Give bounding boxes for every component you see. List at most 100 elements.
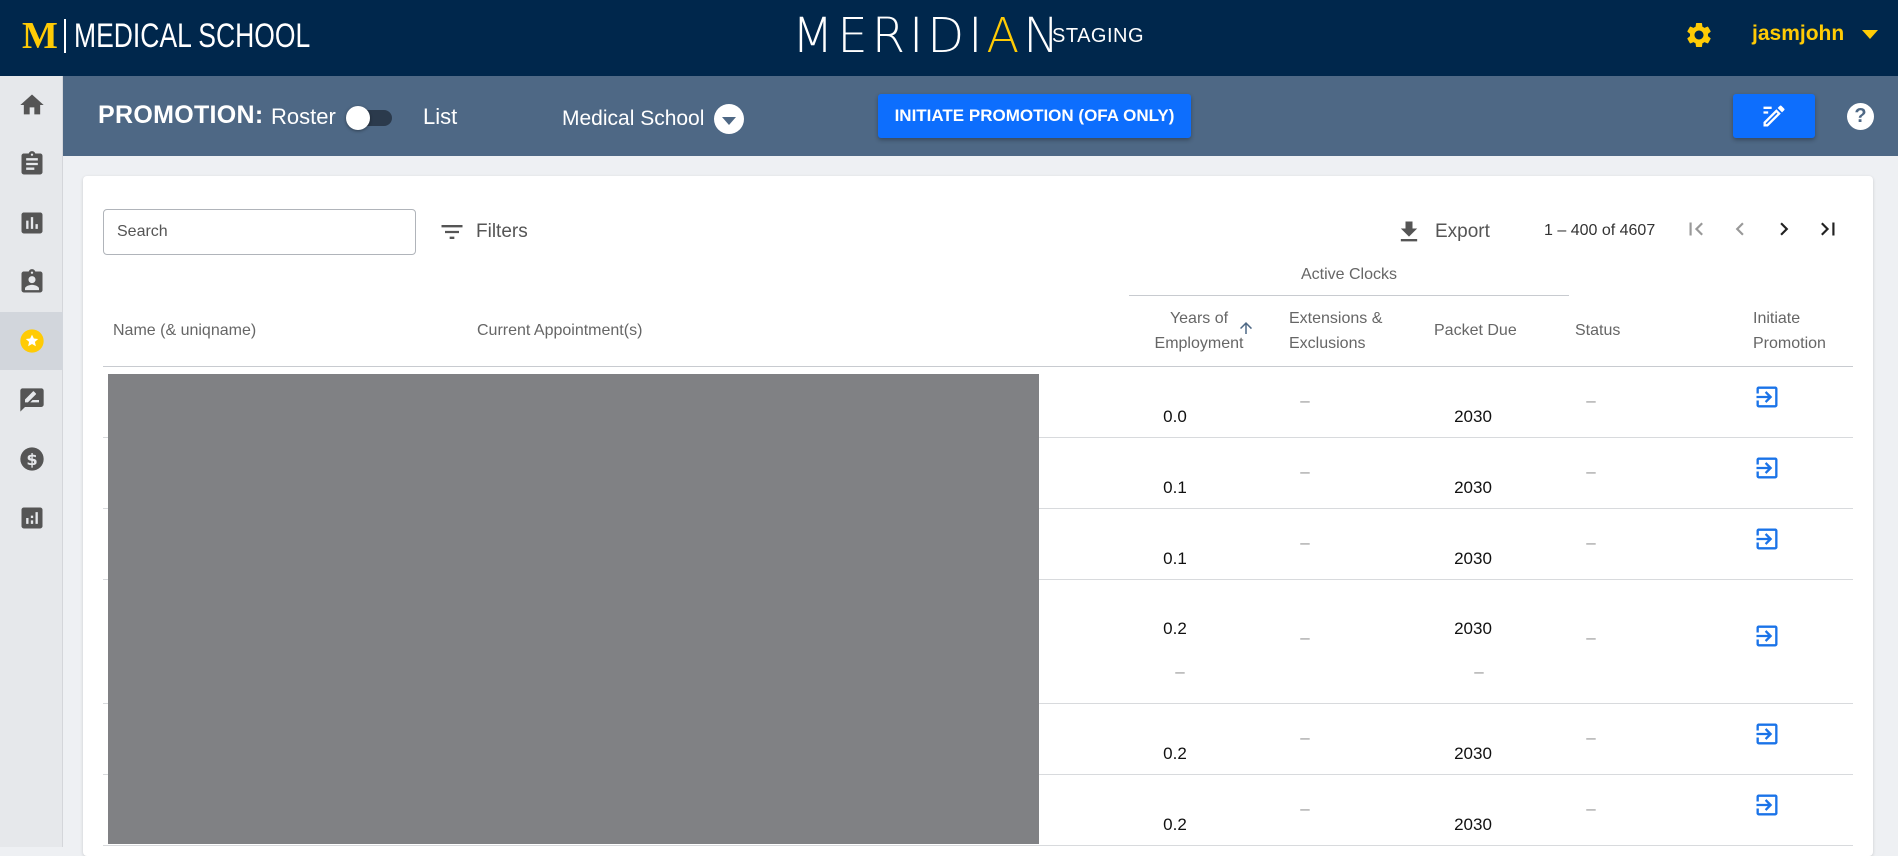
initiate-promotion-icon[interactable] — [1753, 383, 1781, 411]
column-header-ext-line1: Extensions & — [1289, 310, 1383, 327]
column-header-initiate-line1: Initiate — [1753, 310, 1801, 327]
chevron-down-icon — [1862, 29, 1879, 39]
years-cell: 0.2 — [1163, 744, 1187, 763]
status-cell: – — [1586, 799, 1596, 818]
initiate-promotion-icon[interactable] — [1753, 525, 1781, 553]
packet-cell: 2030 — [1454, 549, 1492, 568]
column-header-initiate-line2: Promotion — [1753, 335, 1826, 352]
table-header-divider — [103, 366, 1853, 367]
initiate-promotion-icon[interactable] — [1753, 720, 1781, 748]
filters-button[interactable]: Filters — [438, 218, 528, 246]
status-cell: – — [1586, 462, 1596, 481]
bar-chart-icon — [21, 212, 42, 234]
export-button[interactable]: Export — [1395, 218, 1490, 246]
left-sidebar: $ — [0, 76, 63, 847]
sidebar-item-analytics[interactable] — [0, 489, 63, 547]
sidebar-item-home[interactable] — [0, 76, 63, 134]
logo-accent-letter: A — [986, 8, 1024, 64]
roster-card: Filters Export 1 – 400 of 4607 Active Cl… — [83, 176, 1873, 856]
years-cell: 0.0 — [1163, 407, 1187, 426]
redacted-region — [108, 374, 1039, 844]
rate-review-icon — [19, 388, 44, 412]
extensions-cell: – — [1300, 533, 1310, 552]
sidebar-item-assignments[interactable] — [0, 135, 63, 193]
school-select-value: Medical School — [562, 107, 705, 130]
active-clocks-group-header: Active Clocks — [1300, 266, 1398, 283]
row-divider — [103, 845, 1853, 846]
column-header-extensions[interactable]: Extensions & Exclusions — [1289, 306, 1382, 356]
packet-cell: 2030 — [1454, 407, 1492, 426]
years-cell-secondary: – — [1175, 662, 1185, 681]
filter-icon — [441, 225, 463, 239]
last-page-icon[interactable] — [1815, 216, 1841, 242]
status-cell: – — [1586, 628, 1596, 647]
toggle-knob — [346, 106, 370, 130]
brand-text: MEDICAL SCHOOL — [73, 16, 311, 55]
extensions-cell: – — [1300, 628, 1310, 647]
years-cell: 0.1 — [1163, 478, 1187, 497]
promotion-toolbar: PROMOTION: Roster List Medical School IN… — [63, 76, 1898, 156]
pagination-controls — [1683, 216, 1841, 242]
roster-list-toggle[interactable] — [346, 106, 394, 130]
packet-cell: 2030 — [1454, 619, 1492, 638]
page-title: PROMOTION: — [98, 101, 264, 129]
filters-label: Filters — [476, 221, 528, 242]
next-page-icon[interactable] — [1771, 216, 1797, 242]
group-header-divider — [1129, 295, 1569, 296]
sidebar-item-people[interactable] — [0, 253, 63, 311]
svg-text:$: $ — [26, 450, 37, 469]
star-icon — [19, 329, 44, 353]
packet-cell: 2030 — [1454, 815, 1492, 834]
sidebar-item-reviews[interactable] — [0, 371, 63, 429]
help-button[interactable]: ? — [1847, 103, 1874, 130]
brand-logo[interactable]: M MEDICAL SCHOOL — [22, 16, 377, 56]
toggle-label-roster[interactable]: Roster — [271, 104, 336, 130]
extensions-cell: – — [1300, 728, 1310, 747]
user-menu[interactable]: jasmjohn — [1752, 22, 1879, 46]
brand-separator — [63, 19, 66, 53]
extensions-cell: – — [1300, 462, 1310, 481]
extensions-cell: – — [1300, 799, 1310, 818]
column-header-initiate: Initiate Promotion — [1753, 306, 1826, 356]
export-label: Export — [1435, 221, 1490, 242]
column-header-name[interactable]: Name (& uniqname) — [113, 318, 256, 343]
prev-page-icon[interactable] — [1727, 216, 1753, 242]
extensions-cell: – — [1300, 391, 1310, 410]
meridian-logo[interactable]: MERIDIAN — [792, 12, 1063, 60]
clipboard-icon — [21, 151, 42, 175]
chevron-down-icon — [714, 104, 745, 134]
first-page-icon[interactable] — [1683, 216, 1709, 242]
years-cell: 0.1 — [1163, 549, 1187, 568]
sidebar-item-reports[interactable] — [0, 194, 63, 252]
column-header-status[interactable]: Status — [1575, 318, 1620, 343]
sidebar-item-promotion[interactable] — [0, 312, 63, 370]
school-select[interactable]: Medical School — [562, 104, 745, 134]
initiate-promotion-icon[interactable] — [1753, 622, 1781, 650]
initiate-promotion-icon[interactable] — [1753, 791, 1781, 819]
gear-icon[interactable] — [1684, 20, 1714, 50]
toggle-label-list[interactable]: List — [423, 104, 457, 130]
initiate-promotion-icon[interactable] — [1753, 454, 1781, 482]
status-cell: – — [1586, 728, 1596, 747]
packet-cell: 2030 — [1454, 744, 1492, 763]
badge-icon — [21, 269, 42, 293]
analytics-icon — [21, 507, 42, 529]
download-icon — [1400, 221, 1418, 242]
dollar-icon: $ — [19, 447, 44, 471]
years-cell: 0.2 — [1163, 619, 1187, 638]
column-header-packet-due[interactable]: Packet Due — [1434, 318, 1517, 343]
home-icon — [19, 94, 44, 115]
years-cell: 0.2 — [1163, 815, 1187, 834]
search-input[interactable] — [103, 209, 416, 255]
column-header-appointment[interactable]: Current Appointment(s) — [477, 318, 642, 343]
status-cell: – — [1586, 533, 1596, 552]
environment-label: STAGING — [1052, 25, 1145, 47]
top-header: M MEDICAL SCHOOL MERIDIAN STAGING jasmjo… — [0, 0, 1898, 76]
logo-text-part: MERIDI — [792, 8, 987, 64]
edit-button[interactable] — [1733, 94, 1815, 138]
initiate-promotion-button[interactable]: INITIATE PROMOTION (OFA ONLY) — [878, 94, 1191, 138]
sidebar-item-salary[interactable]: $ — [0, 430, 63, 488]
sort-ascending-icon[interactable] — [1237, 319, 1255, 337]
username: jasmjohn — [1752, 22, 1845, 45]
packet-cell: 2030 — [1454, 478, 1492, 497]
